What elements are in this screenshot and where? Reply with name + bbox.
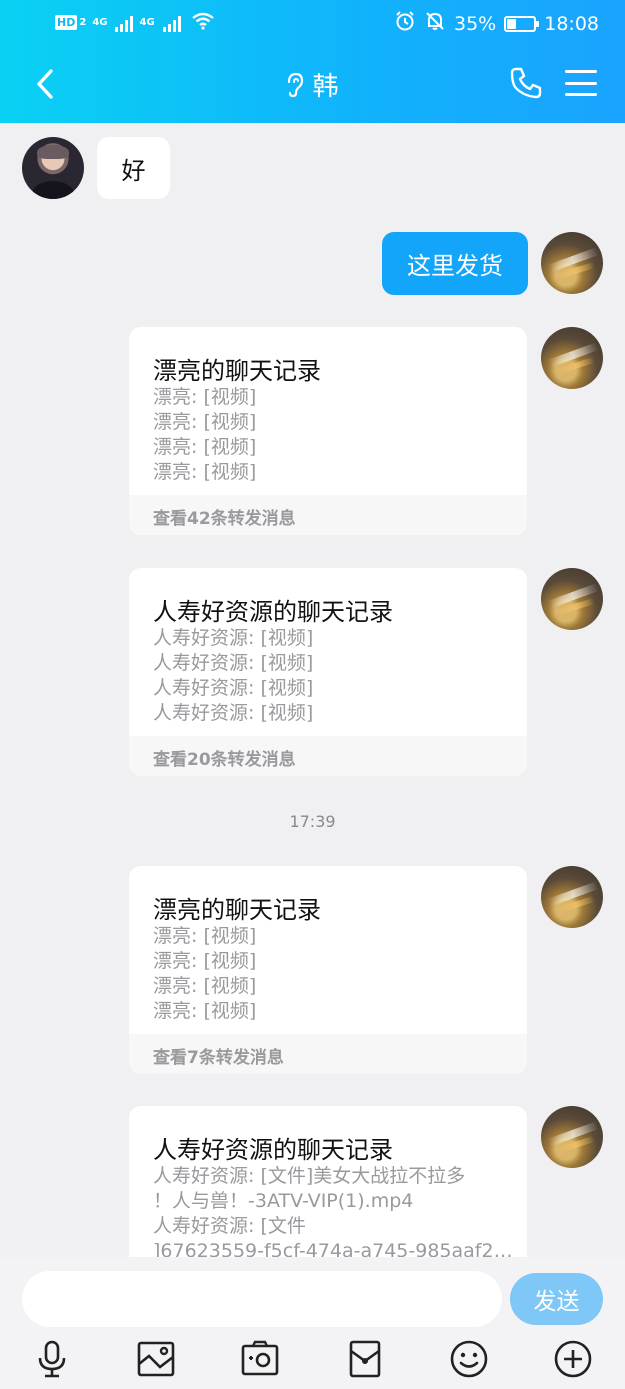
card-line: 漂亮: [视频]	[153, 461, 257, 483]
camera-button[interactable]	[238, 1337, 282, 1381]
message-text: 好	[121, 156, 146, 185]
forwarded-chat-card[interactable]: 人寿好资源的聊天记录 人寿好资源: [文件]美女大战拉不拉多 ！人与兽！-3AT…	[129, 1106, 527, 1257]
network-type-1: 4G	[92, 17, 108, 28]
contact-name: 韩	[312, 72, 339, 102]
plus-icon	[554, 1340, 592, 1378]
my-avatar[interactable]	[541, 327, 603, 389]
signal-icon	[115, 14, 134, 32]
card-title: 人寿好资源的聊天记录	[153, 598, 393, 626]
status-bar: HD 2 4G 4G 35% 18:08	[0, 0, 625, 46]
card-title: 人寿好资源的聊天记录	[153, 1136, 393, 1164]
card-line: 漂亮: [视频]	[153, 950, 257, 972]
card-line: 漂亮: [视频]	[153, 436, 257, 458]
card-line: 人寿好资源: [文件]美女大战拉不拉多	[153, 1165, 466, 1187]
emoji-icon	[450, 1340, 488, 1378]
card-line: 人寿好资源: [视频]	[153, 677, 314, 699]
card-line: 人寿好资源: [视频]	[153, 652, 314, 674]
card-line: 漂亮: [视频]	[153, 925, 257, 947]
message-text: 这里发货	[407, 252, 503, 280]
forwarded-chat-card[interactable]: 漂亮的聊天记录 漂亮: [视频] 漂亮: [视频] 漂亮: [视频] 漂亮: […	[129, 866, 527, 1074]
card-line: 漂亮: [视频]	[153, 386, 257, 408]
menu-button[interactable]	[565, 70, 597, 96]
card-line: 漂亮: [视频]	[153, 975, 257, 997]
red-packet-icon	[349, 1340, 381, 1378]
incoming-message-bubble[interactable]: 好	[97, 137, 170, 199]
mute-bell-icon	[424, 10, 446, 37]
clock: 18:08	[544, 12, 599, 35]
card-line: ]67623559-f5cf-474a-a745-985aaf20a...	[153, 1240, 513, 1257]
voice-button[interactable]	[30, 1337, 74, 1381]
card-footer: 查看7条转发消息	[129, 1034, 527, 1074]
battery-icon	[504, 15, 540, 32]
ear-icon	[286, 72, 304, 105]
card-footer: 查看42条转发消息	[129, 495, 527, 535]
wifi-icon	[191, 12, 215, 33]
card-line: 漂亮: [视频]	[153, 1000, 257, 1022]
signal-icon-2	[162, 14, 181, 32]
card-line: 漂亮: [视频]	[153, 411, 257, 433]
card-footer-text: 查看42条转发消息	[153, 509, 296, 529]
title-bar: HD 2 4G 4G 35% 18:08 韩	[0, 0, 625, 123]
card-line: ！人与兽！-3ATV-VIP(1).mp4	[153, 1190, 414, 1212]
call-button[interactable]	[509, 66, 543, 100]
phone-icon	[510, 67, 542, 99]
contact-avatar[interactable]	[22, 137, 84, 199]
forwarded-chat-card[interactable]: 人寿好资源的聊天记录 人寿好资源: [视频] 人寿好资源: [视频] 人寿好资源…	[129, 568, 527, 776]
battery-percent: 35%	[454, 12, 497, 35]
camera-icon	[241, 1340, 279, 1376]
card-title: 漂亮的聊天记录	[153, 896, 321, 924]
my-avatar[interactable]	[541, 866, 603, 928]
send-button[interactable]: 发送	[510, 1273, 603, 1325]
microphone-icon	[38, 1340, 66, 1378]
red-packet-button[interactable]	[343, 1337, 387, 1381]
menu-icon	[565, 70, 597, 73]
card-footer-text: 查看20条转发消息	[153, 750, 296, 770]
my-avatar[interactable]	[541, 1106, 603, 1168]
more-button[interactable]	[551, 1337, 595, 1381]
card-line: 人寿好资源: [视频]	[153, 627, 314, 649]
network-type-2: 4G	[139, 17, 155, 28]
message-list[interactable]: 好 这里发货 漂亮的聊天记录 漂亮: [视频] 漂亮: [视频] 漂亮: [视频…	[0, 123, 625, 1257]
emoji-button[interactable]	[447, 1337, 491, 1381]
forwarded-chat-card[interactable]: 漂亮的聊天记录 漂亮: [视频] 漂亮: [视频] 漂亮: [视频] 漂亮: […	[129, 327, 527, 535]
my-avatar[interactable]	[541, 232, 603, 294]
image-icon	[137, 1341, 175, 1377]
outgoing-message-bubble[interactable]: 这里发货	[382, 232, 528, 295]
alarm-icon	[394, 10, 416, 37]
card-line: 人寿好资源: [文件	[153, 1215, 306, 1237]
card-footer: 查看20条转发消息	[129, 736, 527, 776]
sim-number: 2	[79, 17, 87, 28]
card-title: 漂亮的聊天记录	[153, 357, 321, 385]
composer-bar: 发送	[0, 1257, 625, 1389]
my-avatar[interactable]	[541, 568, 603, 630]
hd-indicator: HD	[55, 15, 78, 30]
message-input[interactable]	[22, 1271, 502, 1327]
card-footer-text: 查看7条转发消息	[153, 1048, 284, 1068]
card-line: 人寿好资源: [视频]	[153, 702, 314, 724]
photo-button[interactable]	[134, 1337, 178, 1381]
message-timestamp: 17:39	[289, 812, 336, 831]
